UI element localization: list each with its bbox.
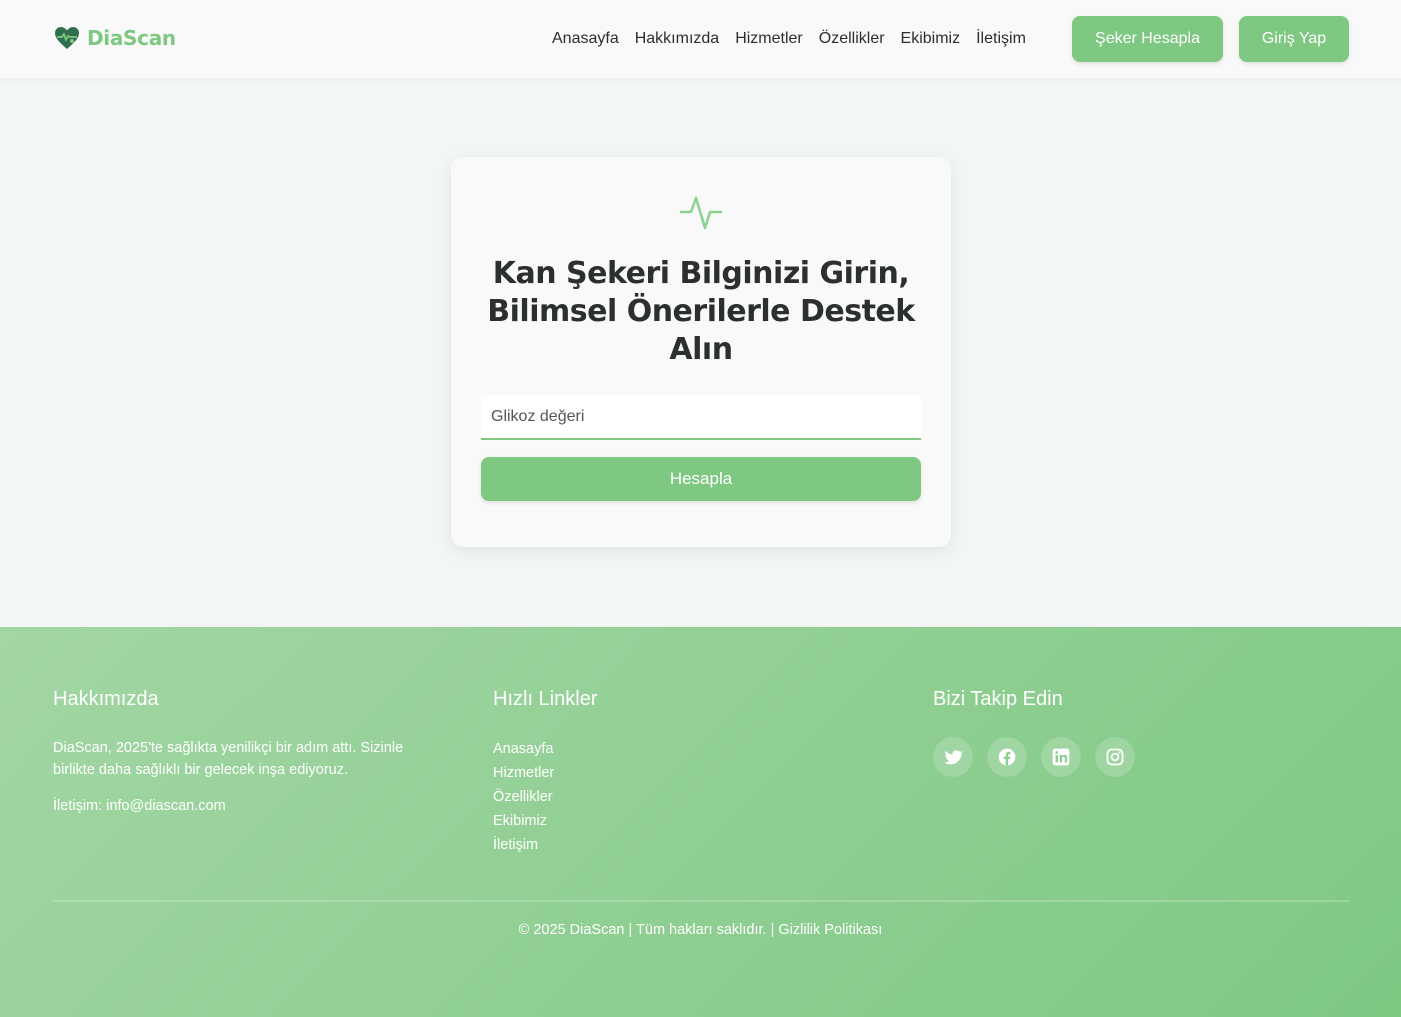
site-footer: Hakkımızda DiaScan, 2025'te sağlıkta yen… <box>0 627 1401 1017</box>
heart-pulse-icon <box>53 24 81 52</box>
nav-ekibimiz[interactable]: Ekibimiz <box>893 28 969 50</box>
footer-links-heading: Hızlı Linkler <box>493 688 598 710</box>
footer-about: Hakkımızda DiaScan, 2025'te sağlıkta yen… <box>53 687 433 817</box>
footer-quick-links: Hızlı Linkler Anasayfa Hizmetler Özellik… <box>493 687 793 857</box>
login-button[interactable]: Giriş Yap <box>1239 16 1349 62</box>
nav-hizmetler[interactable]: Hizmetler <box>727 28 811 50</box>
sugar-calc-button[interactable]: Şeker Hesapla <box>1072 16 1223 62</box>
nav-hakkimizda[interactable]: Hakkımızda <box>627 28 727 50</box>
main-nav: Anasayfa Hakkımızda Hizmetler Özellikler… <box>544 28 1034 50</box>
footer-link-ozellikler[interactable]: Özellikler <box>493 789 553 805</box>
brand-logo-link[interactable]: DiaScan <box>53 24 176 52</box>
facebook-icon[interactable] <box>987 737 1027 777</box>
twitter-icon[interactable] <box>933 737 973 777</box>
linkedin-icon[interactable] <box>1041 737 1081 777</box>
footer-link-ekibimiz[interactable]: Ekibimiz <box>493 813 547 829</box>
glucose-card: Kan Şekeri Bilginizi Girin, Bilimsel Öne… <box>451 157 951 547</box>
activity-pulse-icon <box>679 190 723 234</box>
social-icons <box>933 737 1233 777</box>
footer-link-anasayfa[interactable]: Anasayfa <box>493 741 553 757</box>
site-header: DiaScan Anasayfa Hakkımızda Hizmetler Öz… <box>0 0 1401 78</box>
card-title: Kan Şekeri Bilginizi Girin, Bilimsel Öne… <box>487 256 915 367</box>
calculate-button[interactable]: Hesapla <box>481 457 921 501</box>
footer-link-iletisim[interactable]: İletişim <box>493 837 538 853</box>
footer-social: Bizi Takip Edin <box>933 687 1233 777</box>
footer-about-heading: Hakkımızda <box>53 688 159 710</box>
footer-links-list: Anasayfa Hizmetler Özellikler Ekibimiz İ… <box>493 737 793 857</box>
nav-ozellikler[interactable]: Özellikler <box>811 28 893 50</box>
brand-name: DiaScan <box>87 26 176 50</box>
glucose-input[interactable] <box>481 395 921 440</box>
footer-about-text: DiaScan, 2025'te sağlıkta yenilikçi bir … <box>53 740 404 778</box>
footer-link-hizmetler[interactable]: Hizmetler <box>493 765 554 781</box>
footer-social-heading: Bizi Takip Edin <box>933 688 1063 710</box>
instagram-icon[interactable] <box>1095 737 1135 777</box>
nav-anasayfa[interactable]: Anasayfa <box>544 28 627 50</box>
footer-divider <box>53 900 1349 902</box>
copyright-text: © 2025 DiaScan | Tüm hakları saklıdır. |… <box>518 922 883 938</box>
nav-iletisim[interactable]: İletişim <box>968 28 1034 50</box>
footer-contact: İletişim: info@diascan.com <box>53 798 226 814</box>
